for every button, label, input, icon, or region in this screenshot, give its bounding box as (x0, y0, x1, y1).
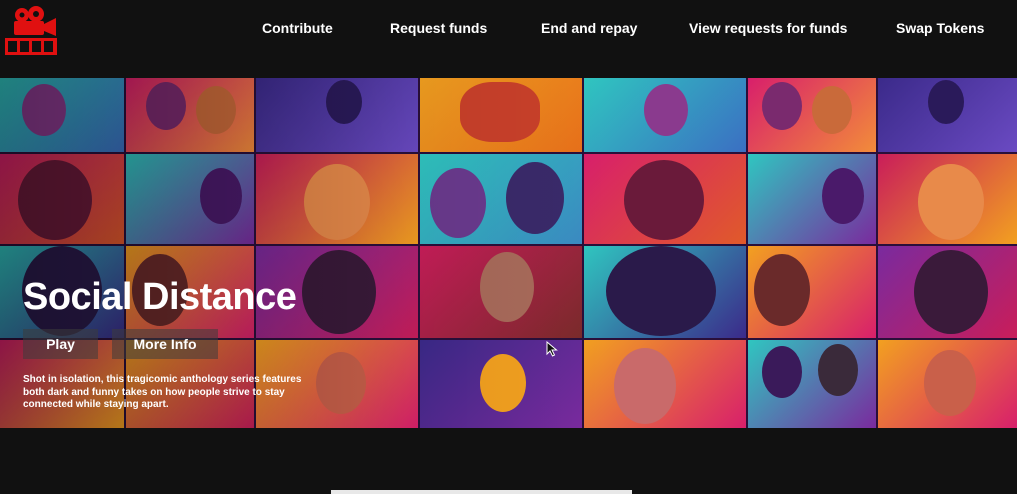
hero-banner: Social Distance Play More Info Shot in i… (0, 78, 1017, 428)
nav-view-requests[interactable]: View requests for funds (689, 20, 847, 36)
nav-contribute[interactable]: Contribute (262, 20, 333, 36)
nav-request-funds[interactable]: Request funds (390, 20, 487, 36)
nav-end-and-repay[interactable]: End and repay (541, 20, 637, 36)
nav-links: Contribute Request funds End and repay V… (0, 20, 1017, 40)
navbar: Contribute Request funds End and repay V… (0, 0, 1017, 78)
hero-description: Shot in isolation, this tragicomic antho… (23, 374, 302, 410)
nav-swap-tokens[interactable]: Swap Tokens (896, 20, 984, 36)
horizontal-scrollbar[interactable] (331, 490, 632, 494)
play-button[interactable]: Play (23, 329, 98, 359)
page: Contribute Request funds End and repay V… (0, 0, 1017, 494)
more-info-button[interactable]: More Info (112, 329, 218, 359)
hero-title: Social Distance (23, 276, 297, 318)
mouse-cursor-icon (546, 341, 558, 357)
